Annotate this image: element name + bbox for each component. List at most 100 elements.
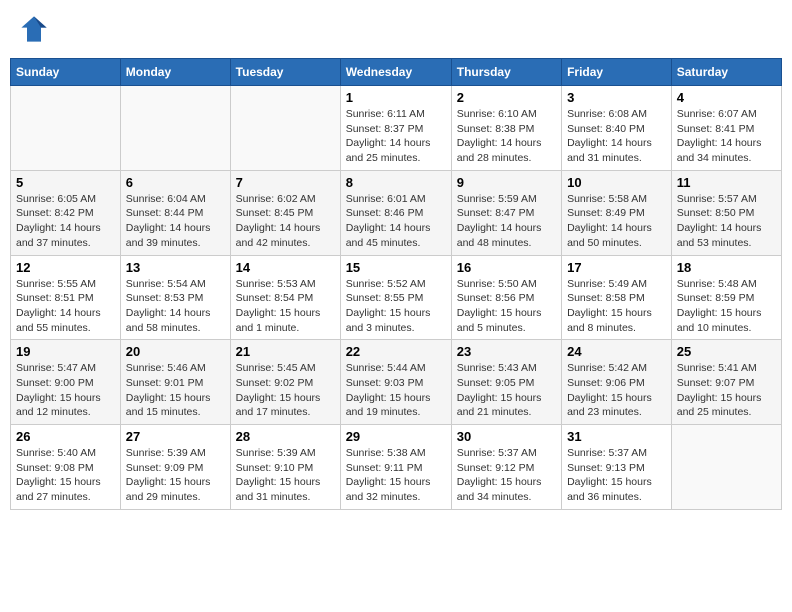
- day-info: Sunrise: 5:49 AM Sunset: 8:58 PM Dayligh…: [567, 277, 666, 336]
- calendar-cell: 17 Sunrise: 5:49 AM Sunset: 8:58 PM Dayli…: [562, 255, 672, 340]
- calendar-cell: 11 Sunrise: 5:57 AM Sunset: 8:50 PM Dayli…: [671, 170, 781, 255]
- day-number: 16: [457, 260, 556, 275]
- calendar-day-header: Saturday: [671, 59, 781, 86]
- calendar-day-header: Thursday: [451, 59, 561, 86]
- calendar-cell: 6 Sunrise: 6:04 AM Sunset: 8:44 PM Daylig…: [120, 170, 230, 255]
- day-info: Sunrise: 5:39 AM Sunset: 9:10 PM Dayligh…: [236, 446, 335, 505]
- calendar-cell: [230, 86, 340, 171]
- calendar-cell: 18 Sunrise: 5:48 AM Sunset: 8:59 PM Dayli…: [671, 255, 781, 340]
- calendar-cell: 9 Sunrise: 5:59 AM Sunset: 8:47 PM Daylig…: [451, 170, 561, 255]
- day-info: Sunrise: 5:38 AM Sunset: 9:11 PM Dayligh…: [346, 446, 446, 505]
- day-info: Sunrise: 5:55 AM Sunset: 8:51 PM Dayligh…: [16, 277, 115, 336]
- calendar-cell: 2 Sunrise: 6:10 AM Sunset: 8:38 PM Daylig…: [451, 86, 561, 171]
- day-number: 6: [126, 175, 225, 190]
- day-number: 20: [126, 344, 225, 359]
- day-info: Sunrise: 5:37 AM Sunset: 9:12 PM Dayligh…: [457, 446, 556, 505]
- day-info: Sunrise: 6:11 AM Sunset: 8:37 PM Dayligh…: [346, 107, 446, 166]
- calendar-cell: 12 Sunrise: 5:55 AM Sunset: 8:51 PM Dayli…: [11, 255, 121, 340]
- day-info: Sunrise: 5:58 AM Sunset: 8:49 PM Dayligh…: [567, 192, 666, 251]
- calendar-cell: 26Sunrise: 5:40 AM Sunset: 9:08 PM Dayli…: [11, 425, 121, 510]
- calendar-cell: 22 Sunrise: 5:44 AM Sunset: 9:03 PM Dayli…: [340, 340, 451, 425]
- calendar-cell: 15Sunrise: 5:52 AM Sunset: 8:55 PM Dayli…: [340, 255, 451, 340]
- day-info: Sunrise: 6:02 AM Sunset: 8:45 PM Dayligh…: [236, 192, 335, 251]
- calendar-day-header: Monday: [120, 59, 230, 86]
- calendar-cell: 14 Sunrise: 5:53 AM Sunset: 8:54 PM Dayli…: [230, 255, 340, 340]
- day-info: Sunrise: 6:01 AM Sunset: 8:46 PM Dayligh…: [346, 192, 446, 251]
- day-number: 10: [567, 175, 666, 190]
- day-info: Sunrise: 5:37 AM Sunset: 9:13 PM Dayligh…: [567, 446, 666, 505]
- calendar-week-row: 1 Sunrise: 6:11 AM Sunset: 8:37 PM Daylig…: [11, 86, 782, 171]
- day-number: 3: [567, 90, 666, 105]
- day-number: 2: [457, 90, 556, 105]
- calendar-cell: 20 Sunrise: 5:46 AM Sunset: 9:01 PM Dayli…: [120, 340, 230, 425]
- day-info: Sunrise: 6:08 AM Sunset: 8:40 PM Dayligh…: [567, 107, 666, 166]
- day-number: 21: [236, 344, 335, 359]
- calendar-cell: [11, 86, 121, 171]
- calendar-cell: 13 Sunrise: 5:54 AM Sunset: 8:53 PM Dayli…: [120, 255, 230, 340]
- day-number: 30: [457, 429, 556, 444]
- day-info: Sunrise: 5:46 AM Sunset: 9:01 PM Dayligh…: [126, 361, 225, 420]
- day-number: 28: [236, 429, 335, 444]
- day-number: 23: [457, 344, 556, 359]
- calendar-cell: 5 Sunrise: 6:05 AM Sunset: 8:42 PM Daylig…: [11, 170, 121, 255]
- day-info: Sunrise: 5:59 AM Sunset: 8:47 PM Dayligh…: [457, 192, 556, 251]
- calendar-cell: 21 Sunrise: 5:45 AM Sunset: 9:02 PM Dayli…: [230, 340, 340, 425]
- day-number: 1: [346, 90, 446, 105]
- calendar-header-row: SundayMondayTuesdayWednesdayThursdayFrid…: [11, 59, 782, 86]
- day-number: 13: [126, 260, 225, 275]
- logo-icon: [20, 15, 48, 43]
- day-info: Sunrise: 5:43 AM Sunset: 9:05 PM Dayligh…: [457, 361, 556, 420]
- calendar-day-header: Tuesday: [230, 59, 340, 86]
- day-number: 17: [567, 260, 666, 275]
- day-info: Sunrise: 5:54 AM Sunset: 8:53 PM Dayligh…: [126, 277, 225, 336]
- calendar-cell: 23 Sunrise: 5:43 AM Sunset: 9:05 PM Dayli…: [451, 340, 561, 425]
- day-info: Sunrise: 5:41 AM Sunset: 9:07 PM Dayligh…: [677, 361, 776, 420]
- day-info: Sunrise: 5:47 AM Sunset: 9:00 PM Dayligh…: [16, 361, 115, 420]
- day-info: Sunrise: 5:45 AM Sunset: 9:02 PM Dayligh…: [236, 361, 335, 420]
- calendar-day-header: Sunday: [11, 59, 121, 86]
- calendar-cell: 7 Sunrise: 6:02 AM Sunset: 8:45 PM Daylig…: [230, 170, 340, 255]
- calendar-week-row: 26Sunrise: 5:40 AM Sunset: 9:08 PM Dayli…: [11, 425, 782, 510]
- calendar-cell: 31 Sunrise: 5:37 AM Sunset: 9:13 PM Dayli…: [562, 425, 672, 510]
- day-number: 19: [16, 344, 115, 359]
- calendar-cell: 27Sunrise: 5:39 AM Sunset: 9:09 PM Dayli…: [120, 425, 230, 510]
- day-number: 14: [236, 260, 335, 275]
- calendar-cell: 25 Sunrise: 5:41 AM Sunset: 9:07 PM Dayli…: [671, 340, 781, 425]
- day-number: 25: [677, 344, 776, 359]
- day-info: Sunrise: 5:50 AM Sunset: 8:56 PM Dayligh…: [457, 277, 556, 336]
- day-number: 8: [346, 175, 446, 190]
- day-number: 24: [567, 344, 666, 359]
- day-info: Sunrise: 5:44 AM Sunset: 9:03 PM Dayligh…: [346, 361, 446, 420]
- day-number: 11: [677, 175, 776, 190]
- calendar-cell: 28 Sunrise: 5:39 AM Sunset: 9:10 PM Dayli…: [230, 425, 340, 510]
- day-info: Sunrise: 5:57 AM Sunset: 8:50 PM Dayligh…: [677, 192, 776, 251]
- day-info: Sunrise: 5:40 AM Sunset: 9:08 PM Dayligh…: [16, 446, 115, 505]
- calendar-table: SundayMondayTuesdayWednesdayThursdayFrid…: [10, 58, 782, 510]
- calendar-cell: [671, 425, 781, 510]
- day-number: 9: [457, 175, 556, 190]
- day-info: Sunrise: 6:07 AM Sunset: 8:41 PM Dayligh…: [677, 107, 776, 166]
- day-number: 5: [16, 175, 115, 190]
- day-number: 29: [346, 429, 446, 444]
- day-number: 4: [677, 90, 776, 105]
- day-number: 7: [236, 175, 335, 190]
- day-info: Sunrise: 5:48 AM Sunset: 8:59 PM Dayligh…: [677, 277, 776, 336]
- day-number: 31: [567, 429, 666, 444]
- day-info: Sunrise: 5:53 AM Sunset: 8:54 PM Dayligh…: [236, 277, 335, 336]
- calendar-cell: 19 Sunrise: 5:47 AM Sunset: 9:00 PM Dayli…: [11, 340, 121, 425]
- calendar-cell: 4 Sunrise: 6:07 AM Sunset: 8:41 PM Daylig…: [671, 86, 781, 171]
- calendar-week-row: 19 Sunrise: 5:47 AM Sunset: 9:00 PM Dayli…: [11, 340, 782, 425]
- calendar-day-header: Friday: [562, 59, 672, 86]
- day-info: Sunrise: 5:42 AM Sunset: 9:06 PM Dayligh…: [567, 361, 666, 420]
- calendar-cell: 3 Sunrise: 6:08 AM Sunset: 8:40 PM Daylig…: [562, 86, 672, 171]
- day-number: 12: [16, 260, 115, 275]
- calendar-week-row: 12 Sunrise: 5:55 AM Sunset: 8:51 PM Dayli…: [11, 255, 782, 340]
- day-info: Sunrise: 6:10 AM Sunset: 8:38 PM Dayligh…: [457, 107, 556, 166]
- calendar-cell: 24 Sunrise: 5:42 AM Sunset: 9:06 PM Dayli…: [562, 340, 672, 425]
- calendar-cell: 29 Sunrise: 5:38 AM Sunset: 9:11 PM Dayli…: [340, 425, 451, 510]
- day-number: 18: [677, 260, 776, 275]
- day-number: 15: [346, 260, 446, 275]
- day-number: 22: [346, 344, 446, 359]
- day-info: Sunrise: 6:05 AM Sunset: 8:42 PM Dayligh…: [16, 192, 115, 251]
- day-info: Sunrise: 6:04 AM Sunset: 8:44 PM Dayligh…: [126, 192, 225, 251]
